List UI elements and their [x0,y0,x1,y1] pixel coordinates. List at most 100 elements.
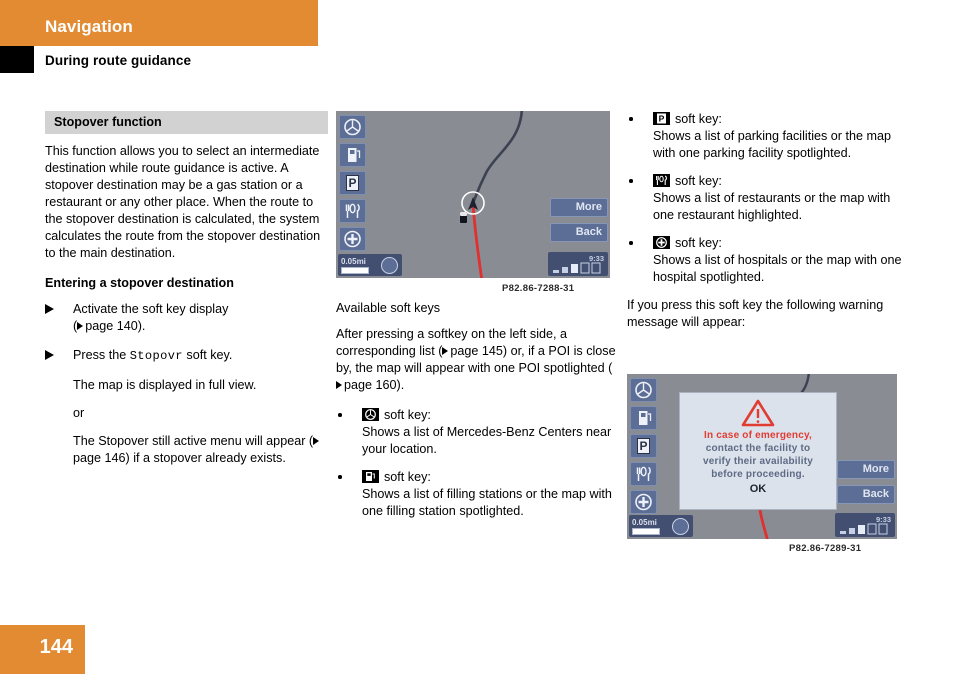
restaurant-icon [653,174,670,187]
hospital-icon [635,493,652,511]
svg-text:P: P [659,114,665,124]
nav-status-bar-left: 0.05mi [629,515,693,537]
fuel-pump-icon [362,470,379,483]
warning-triangle-icon [741,399,775,427]
warning-line-4: before proceeding. [711,469,805,480]
emergency-warning-dialog: In case of emergency, contact the facili… [679,392,837,510]
map-scale-bar [632,528,660,535]
navigation-warning-screenshot: P In case of emergency, contact the faci… [627,374,897,539]
hospital-icon [653,236,670,249]
warning-intro-paragraph: If you press this soft key the following… [627,298,884,329]
nav-softkey-parking[interactable]: P [339,171,366,195]
chapter-tab-marker [0,46,34,73]
alternative-label: or [73,406,85,420]
warning-line-2: contact the facility to [705,443,811,454]
nav-softkey-hospital[interactable] [630,490,657,514]
step-alternative-note: The Stopover still active menu will appe… [45,433,328,467]
step-text-prefix: Press the [73,348,130,362]
softkey-intro-paragraph: After pressing a softkey on the left sid… [336,326,619,394]
page-reference: page 140). [85,319,146,333]
map-scale-label: 0.05mi [341,257,366,266]
nav-softkey-mercedes-star[interactable] [339,115,366,139]
softkey-description: Shows a list of Mercedes-Benz Centers ne… [362,425,612,456]
map-scale-label: 0.05mi [632,518,657,527]
bullet-dot [629,179,633,183]
page-reference-arrow-icon [313,437,320,445]
nav-softkey-hospital[interactable] [339,227,366,251]
nav-softkey-back[interactable]: Back [550,223,608,242]
nav-status-bar-left: 0.05mi [338,254,402,276]
nav-softkey-more[interactable]: More [550,198,608,217]
softkey-label: soft key: [675,174,722,188]
page-reference-arrow-icon [77,322,84,330]
mercedes-star-icon [344,118,361,136]
softkey-description: Shows a list of filling stations or the … [362,487,612,518]
warning-ok-button[interactable]: OK [680,483,836,495]
nav-softkey-restaurant[interactable] [630,462,657,486]
list-item: soft key: Shows a list of hospitals or t… [627,235,910,286]
step-press-stopovr: Press the Stopovr soft key. [45,347,328,365]
alt-text-b: page 146) if a stopover already exists. [73,451,286,465]
step-text: Activate the soft key display [73,302,229,316]
softkey-description: Shows a list of restaurants or the map w… [653,191,891,222]
fuel-pump-icon [639,411,652,425]
stopover-intro-paragraph: This function allows you to select an in… [45,144,321,260]
list-item: soft key: Shows a list of filling statio… [336,469,619,520]
nav-softkey-parking[interactable]: P [630,434,657,458]
nav-softkey-fuel-pump[interactable] [339,143,366,167]
fuel-pump-icon [348,148,361,162]
list-item: P soft key: Shows a list of parking faci… [627,111,910,162]
nav-softkey-restaurant[interactable] [339,199,366,223]
nav-softkey-column: P [630,378,657,518]
mercedes-star-icon [635,381,652,399]
warning-line-1: In case of emergency, [704,430,812,441]
page-subtitle: During route guidance [45,53,192,68]
svg-text:P: P [639,439,647,453]
restaurant-icon [636,466,651,481]
signal-indicator-icon [553,262,601,274]
column-two: Available soft keys After pressing a sof… [336,300,619,531]
restaurant-icon [345,203,360,218]
navigation-map-screenshot: P More Back 0.05mi 9:33 [336,111,610,278]
column-one: Stopover function This function allows y… [45,111,328,479]
figure-caption-2: P82.86-7289-31 [789,543,862,554]
page-number-block: 144 [0,625,85,674]
alt-text-a: The Stopover still active menu will appe… [73,434,314,448]
softkey-label: soft key: [675,236,722,250]
section-heading-stopover: Stopover function [45,111,328,134]
softkey-name-stopovr: Stopovr [129,349,183,363]
step-arrow-icon [45,350,54,360]
softkey-label: soft key: [384,470,431,484]
paragraph-part-c: page 160). [344,378,405,392]
bullet-dot [629,241,633,245]
nav-status-bar-right: 9:33 [835,513,895,537]
list-item: soft key: Shows a list of Mercedes-Benz … [336,407,619,458]
nav-softkey-column: P [339,115,366,255]
parking-icon: P [346,175,359,191]
nav-softkey-back[interactable]: Back [837,485,895,504]
nav-softkey-fuel-pump[interactable] [630,406,657,430]
signal-indicator-icon [840,523,888,535]
bullet-dot [629,117,633,121]
page-reference-arrow-icon [336,381,342,389]
softkey-description: Shows a list of hospitals or the map wit… [653,253,902,284]
softkey-label: soft key: [675,112,722,126]
compass-icon[interactable] [672,518,689,535]
nav-softkey-mercedes-star[interactable] [630,378,657,402]
svg-text:P: P [348,176,356,190]
softkey-description: Shows a list of parking facilities or th… [653,129,891,160]
step-arrow-icon [45,304,54,314]
mercedes-star-icon [362,408,379,421]
warning-line-3: verify their availability [702,456,814,467]
compass-icon[interactable] [381,257,398,274]
column-three: P soft key: Shows a list of parking faci… [627,111,910,344]
figure-caption-1: P82.86-7288-31 [502,283,575,294]
softkey-label: soft key: [384,408,431,422]
list-item: soft key: Shows a list of restaurants or… [627,173,910,224]
step-text-suffix: soft key. [182,348,233,362]
nav-softkey-more[interactable]: More [837,460,895,479]
parking-icon: P [637,438,650,454]
subheading-entering-stopover: Entering a stopover destination [45,276,234,290]
page-reference-arrow-icon [442,347,449,355]
step-result-note: The map is displayed in full view. [73,378,257,392]
